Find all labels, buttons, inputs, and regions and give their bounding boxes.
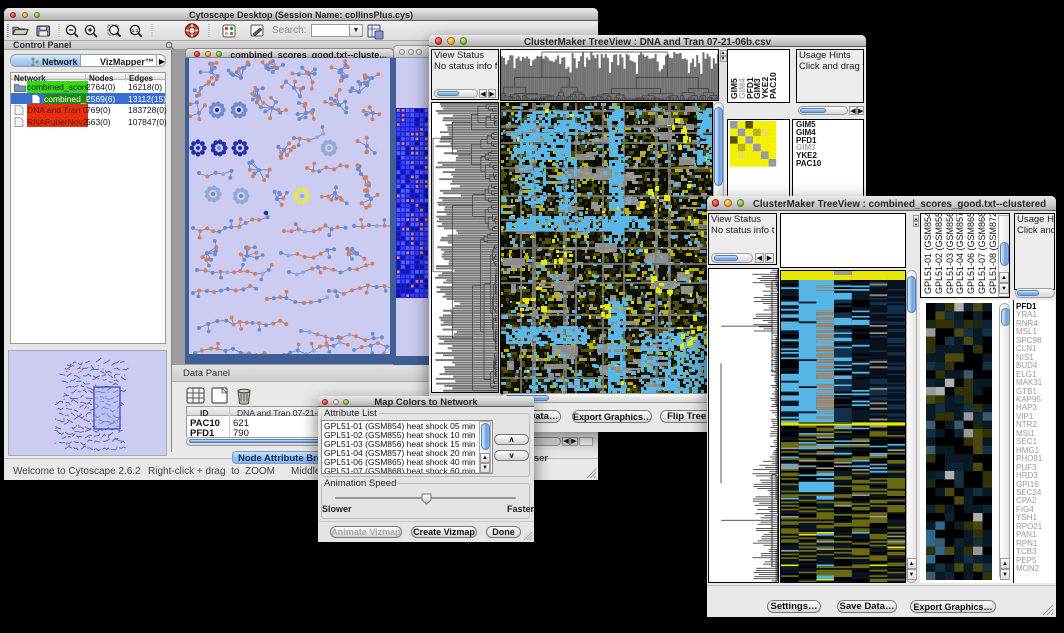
svg-text:1:1: 1:1 bbox=[132, 28, 139, 33]
